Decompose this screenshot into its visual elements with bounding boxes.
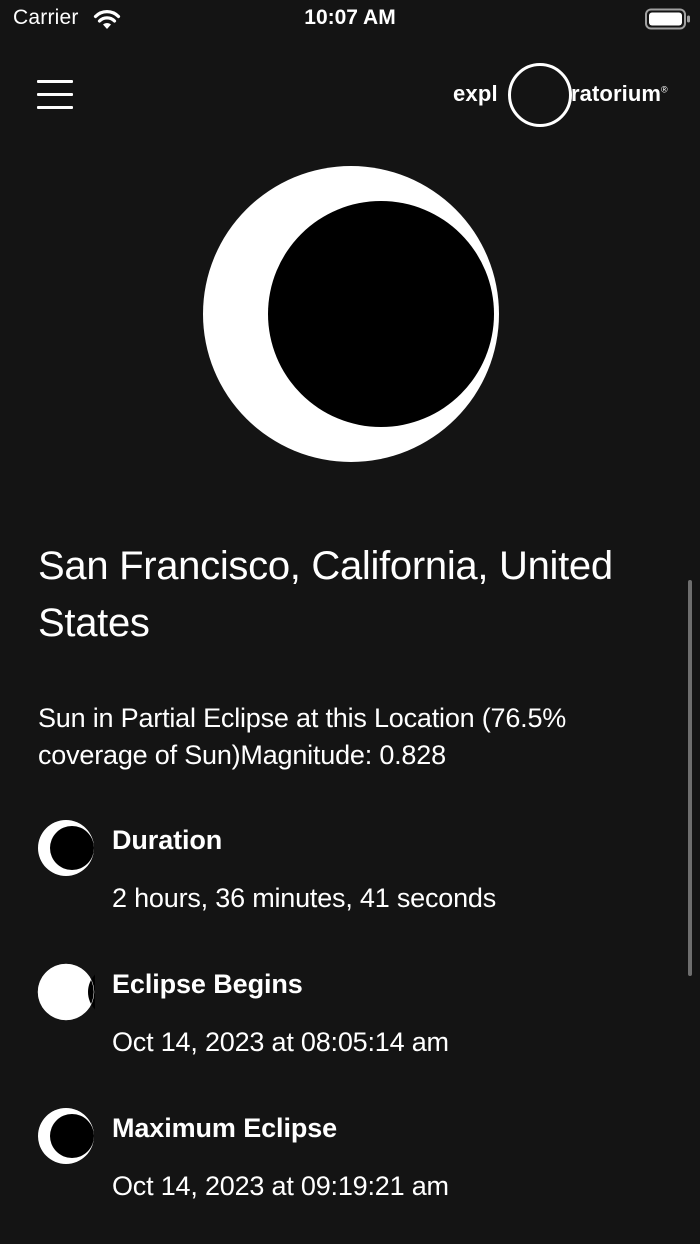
eclipse-summary: Sun in Partial Eclipse at this Location … (38, 703, 567, 770)
exploratorium-logo[interactable]: expl ratorium® (453, 62, 685, 128)
logo-registered-mark: ® (661, 84, 668, 95)
scrollbar[interactable] (688, 580, 692, 976)
battery-icon (645, 8, 690, 30)
maximum-eclipse-value: Oct 14, 2023 at 09:19:21 am (112, 1171, 449, 1201)
menu-bar-middle (37, 93, 73, 96)
moon-shape (268, 201, 494, 427)
menu-bar-bottom (37, 106, 73, 109)
status-bar: Carrier 10:07 AM (0, 0, 700, 40)
eclipse-begins-title: Eclipse Begins (112, 969, 303, 999)
eclipse-max-icon (38, 1108, 94, 1164)
logo-text-right: ratorium® (571, 81, 668, 107)
maximum-eclipse-row: Maximum Eclipse Oct 14, 2023 at 09:19:21… (0, 1107, 700, 1227)
menu-button[interactable] (36, 78, 76, 112)
eclipse-begins-value: Oct 14, 2023 at 08:05:14 am (112, 1027, 449, 1057)
eclipse-begin-icon (37, 963, 95, 1021)
maximum-eclipse-title: Maximum Eclipse (112, 1113, 338, 1143)
eclipse-begins-row: Eclipse Begins Oct 14, 2023 at 08:05:14 … (0, 963, 700, 1083)
eclipse-phase-icon (38, 820, 94, 876)
duration-value: 2 hours, 36 minutes, 41 seconds (112, 883, 497, 913)
logo-text-left: expl (453, 81, 498, 106)
partial-eclipse-icon (203, 166, 499, 462)
duration-title: Duration (112, 825, 223, 855)
location-title: San Francisco, California, United States (38, 544, 613, 645)
logo-text-right-label: ratorium (571, 81, 662, 106)
status-time: 10:07 AM (304, 6, 396, 29)
menu-bar-top (37, 80, 73, 83)
duration-row: Duration 2 hours, 36 minutes, 41 seconds (0, 819, 700, 939)
logo-ring-icon (508, 63, 572, 127)
